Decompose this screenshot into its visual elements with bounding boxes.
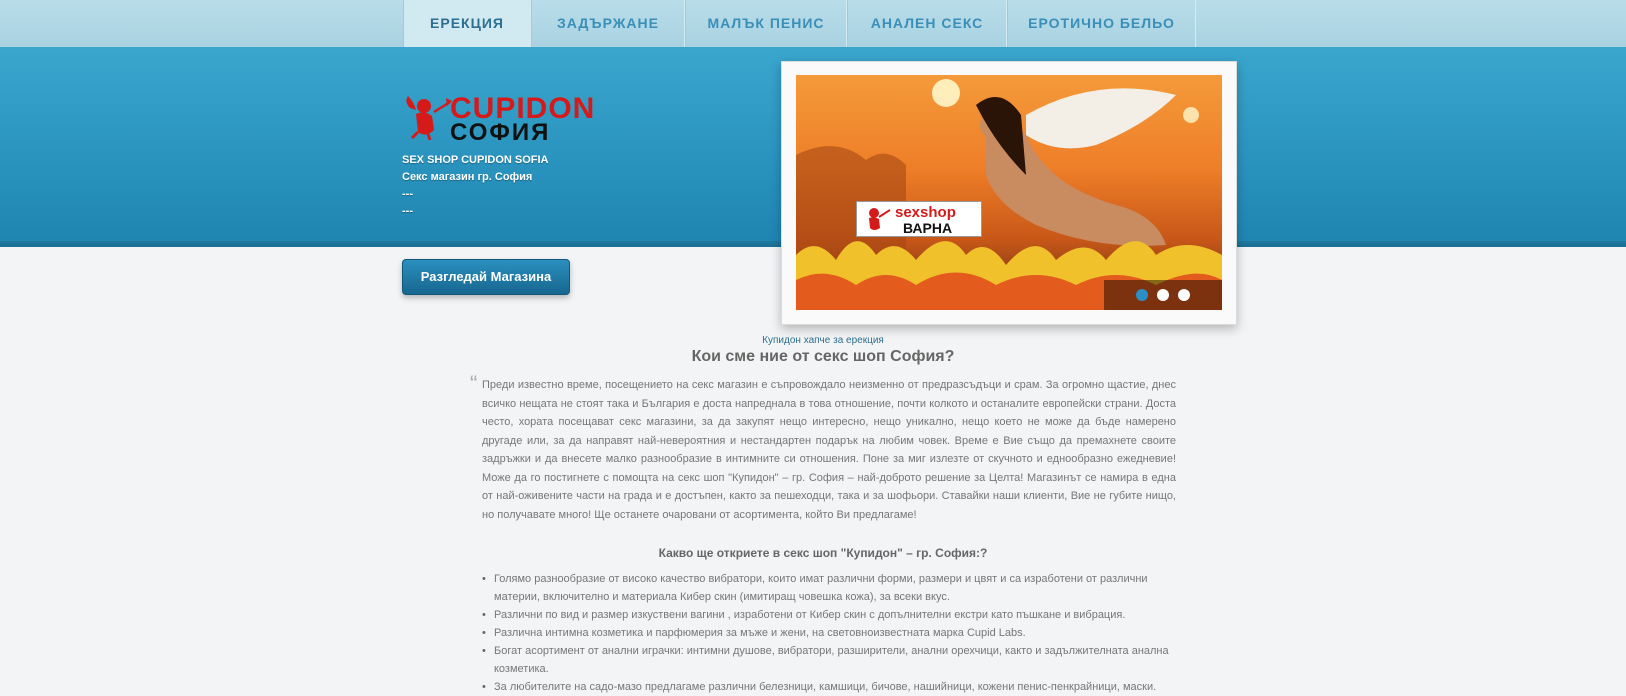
features-list: Голямо разнообразие от високо качество в…: [470, 570, 1176, 696]
nav-item-delay[interactable]: ЗАДЪРЖАНЕ: [531, 0, 685, 47]
browse-shop-button[interactable]: Разгледай Магазина: [402, 259, 570, 295]
hero-text: SEX SHOP CUPIDON SOFIA Секс магазин гр. …: [402, 152, 549, 220]
slide-image[interactable]: sexshop ВАРНА: [796, 75, 1222, 310]
list-item: За любителите на садо-мазо предлагаме ра…: [482, 678, 1176, 696]
list-item: Различна интимна козметика и парфюмерия …: [482, 624, 1176, 642]
list-item: Голямо разнообразие от високо качество в…: [482, 570, 1176, 606]
list-item: Богат асортимент от анални играчки: инти…: [482, 642, 1176, 678]
slider-dot-2[interactable]: [1157, 289, 1169, 301]
main-content: Купидон хапче за ерекция Кои сме ние от …: [470, 335, 1176, 696]
logo[interactable]: CUPIDON СОФИЯ: [402, 90, 602, 146]
quote-mark-icon: “: [470, 371, 478, 396]
nav-item-erotic-lingerie[interactable]: ЕРОТИЧНО БЕЛЬО: [1007, 0, 1196, 47]
erection-pill-link[interactable]: Купидон хапче за ерекция: [470, 335, 1176, 346]
list-item: Различни по вид и размер изкуствени ваги…: [482, 606, 1176, 624]
hero-line-4: ---: [402, 205, 413, 217]
nav-item-erection[interactable]: ЕРЕКЦИЯ: [403, 0, 531, 47]
logo-city: СОФИЯ: [450, 119, 551, 146]
page-title: Кои сме ние от секс шоп София?: [691, 348, 955, 365]
sexshop-varna-badge: sexshop ВАРНА: [856, 201, 982, 237]
slider-dot-3[interactable]: [1178, 289, 1190, 301]
nav-menu: ЕРЕКЦИЯ ЗАДЪРЖАНЕ МАЛЪК ПЕНИС АНАЛЕН СЕК…: [403, 0, 1196, 47]
cupid-badge-icon: [869, 208, 891, 230]
cupid-icon: [406, 96, 452, 140]
slider-dot-1[interactable]: [1136, 289, 1148, 301]
nav-item-anal-sex[interactable]: АНАЛЕН СЕКС: [847, 0, 1007, 47]
nav-item-small-penis[interactable]: МАЛЪК ПЕНИС: [685, 0, 847, 47]
hero-line-1: SEX SHOP CUPIDON SOFIA: [402, 154, 549, 166]
slider-pagination: [1104, 280, 1222, 310]
top-navigation: ЕРЕКЦИЯ ЗАДЪРЖАНЕ МАЛЪК ПЕНИС АНАЛЕН СЕК…: [0, 0, 1626, 48]
image-slider: sexshop ВАРНА: [781, 61, 1237, 325]
about-paragraph: Преди известно време, посещението на сек…: [482, 379, 1176, 521]
hero-line-2: Секс магазин гр. София: [402, 171, 533, 183]
hero-line-3: ---: [402, 188, 413, 200]
slide-artwork: [796, 79, 1222, 310]
badge-city: ВАРНА: [903, 220, 953, 236]
badge-sexshop: sexshop: [895, 204, 956, 221]
section-subtitle: Какво ще откриете в секс шоп "Купидон" –…: [658, 546, 988, 560]
